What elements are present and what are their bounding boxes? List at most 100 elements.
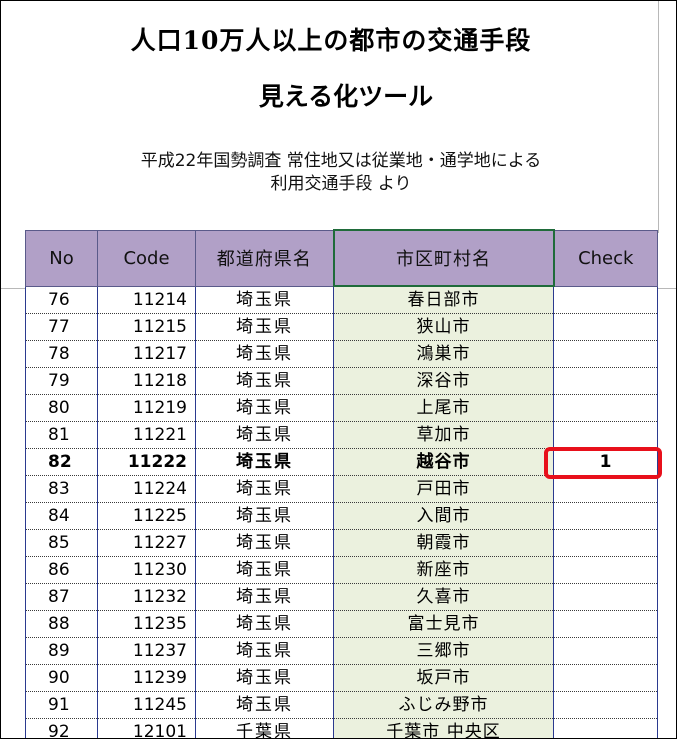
cell-prefecture[interactable]: 埼玉県 (195, 556, 334, 584)
cell-municipality[interactable]: 三郷市 (333, 637, 554, 665)
cell-municipality[interactable]: 戸田市 (333, 475, 554, 503)
cell-check[interactable] (553, 286, 658, 314)
cell-municipality[interactable]: 草加市 (333, 421, 554, 449)
cell-no[interactable]: 92 (25, 718, 98, 738)
cell-code[interactable]: 11215 (97, 313, 196, 341)
cell-municipality[interactable]: 新座市 (333, 556, 554, 584)
cell-code[interactable]: 11245 (97, 691, 196, 719)
cell-municipality[interactable]: 坂戸市 (333, 664, 554, 692)
cell-municipality[interactable]: 久喜市 (333, 583, 554, 611)
cell-municipality[interactable]: 千葉市 中央区 (333, 718, 554, 738)
cell-check[interactable] (553, 394, 658, 422)
cell-code[interactable]: 11219 (97, 394, 196, 422)
header-municipality[interactable]: 市区町村名 (332, 229, 555, 287)
table-row: 86 11230 埼玉県 新座市 (25, 556, 658, 584)
cell-no[interactable]: 81 (25, 421, 98, 449)
cell-check[interactable] (553, 502, 658, 530)
cell-check[interactable] (553, 610, 658, 638)
cell-no[interactable]: 80 (25, 394, 98, 422)
cell-municipality[interactable]: ふじみ野市 (333, 691, 554, 719)
header-code[interactable]: Code (97, 229, 196, 287)
cell-no[interactable]: 91 (25, 691, 98, 719)
cell-code[interactable]: 11225 (97, 502, 196, 530)
cell-code[interactable]: 11222 (97, 448, 196, 476)
cell-prefecture[interactable]: 千葉県 (195, 718, 334, 738)
cell-no[interactable]: 86 (25, 556, 98, 584)
cell-municipality[interactable]: 鴻巣市 (333, 340, 554, 368)
cell-code[interactable]: 11232 (97, 583, 196, 611)
cell-prefecture[interactable]: 埼玉県 (195, 394, 334, 422)
table-row: 83 11224 埼玉県 戸田市 (25, 475, 658, 503)
cell-municipality[interactable]: 春日部市 (333, 286, 554, 314)
cell-municipality[interactable]: 朝霞市 (333, 529, 554, 557)
cell-check[interactable] (553, 664, 658, 692)
cell-code[interactable]: 11217 (97, 340, 196, 368)
cell-prefecture[interactable]: 埼玉県 (195, 583, 334, 611)
cell-municipality[interactable]: 深谷市 (333, 367, 554, 395)
cell-code[interactable]: 11218 (97, 367, 196, 395)
cell-prefecture[interactable]: 埼玉県 (195, 529, 334, 557)
cell-check[interactable] (553, 556, 658, 584)
table-row: 89 11237 埼玉県 三郷市 (25, 637, 658, 665)
cell-municipality[interactable]: 越谷市 (333, 448, 554, 476)
cell-municipality[interactable]: 狭山市 (333, 313, 554, 341)
cell-no[interactable]: 90 (25, 664, 98, 692)
cell-prefecture[interactable]: 埼玉県 (195, 475, 334, 503)
cell-check[interactable] (553, 691, 658, 719)
cell-check[interactable] (553, 421, 658, 449)
cell-check[interactable] (553, 583, 658, 611)
cell-prefecture[interactable]: 埼玉県 (195, 691, 334, 719)
cell-check[interactable] (553, 718, 658, 738)
cell-prefecture[interactable]: 埼玉県 (195, 286, 334, 314)
cell-prefecture[interactable]: 埼玉県 (195, 313, 334, 341)
cell-check[interactable] (553, 340, 658, 368)
cell-no[interactable]: 89 (25, 637, 98, 665)
header-check[interactable]: Check (553, 229, 658, 287)
city-table: No Code 都道府県名 市区町村名 Check 76 11214 埼玉県 春日部市… (25, 229, 658, 738)
cell-no[interactable]: 82 (25, 448, 98, 476)
cell-code[interactable]: 11237 (97, 637, 196, 665)
cell-no[interactable]: 77 (25, 313, 98, 341)
cell-code[interactable]: 11227 (97, 529, 196, 557)
table-row: 77 11215 埼玉県 狭山市 (25, 313, 658, 341)
cell-municipality[interactable]: 上尾市 (333, 394, 554, 422)
cell-prefecture[interactable]: 埼玉県 (195, 637, 334, 665)
highlight-box (544, 447, 662, 479)
cell-code[interactable]: 11230 (97, 556, 196, 584)
source-line-2: 利用交通手段 より (270, 174, 412, 194)
cell-code[interactable]: 11221 (97, 421, 196, 449)
cell-no[interactable]: 85 (25, 529, 98, 557)
cell-municipality[interactable]: 富士見市 (333, 610, 554, 638)
cell-municipality[interactable]: 入間市 (333, 502, 554, 530)
cell-check[interactable] (553, 313, 658, 341)
cell-no[interactable]: 79 (25, 367, 98, 395)
cell-no[interactable]: 78 (25, 340, 98, 368)
header-prefecture[interactable]: 都道府県名 (195, 229, 334, 287)
cell-code[interactable]: 11224 (97, 475, 196, 503)
cell-prefecture[interactable]: 埼玉県 (195, 367, 334, 395)
cell-check[interactable] (553, 367, 658, 395)
cell-prefecture[interactable]: 埼玉県 (195, 340, 334, 368)
cell-code[interactable]: 11235 (97, 610, 196, 638)
cell-prefecture[interactable]: 埼玉県 (195, 421, 334, 449)
cell-code[interactable]: 11239 (97, 664, 196, 692)
cell-prefecture[interactable]: 埼玉県 (195, 448, 334, 476)
table-row: 91 11245 埼玉県 ふじみ野市 (25, 691, 658, 719)
cell-check[interactable] (553, 529, 658, 557)
page-title: 人口10万人以上の都市の交通手段 (130, 26, 532, 55)
cell-no[interactable]: 84 (25, 502, 98, 530)
cell-check[interactable] (553, 475, 658, 503)
cell-no[interactable]: 87 (25, 583, 98, 611)
cell-prefecture[interactable]: 埼玉県 (195, 664, 334, 692)
cell-code[interactable]: 11214 (97, 286, 196, 314)
header-no[interactable]: No (25, 229, 98, 287)
cell-prefecture[interactable]: 埼玉県 (195, 610, 334, 638)
table-row: 87 11232 埼玉県 久喜市 (25, 583, 658, 611)
cell-prefecture[interactable]: 埼玉県 (195, 502, 334, 530)
table-row: 78 11217 埼玉県 鴻巣市 (25, 340, 658, 368)
cell-no[interactable]: 83 (25, 475, 98, 503)
cell-code[interactable]: 12101 (97, 718, 196, 738)
cell-check[interactable] (553, 637, 658, 665)
cell-no[interactable]: 88 (25, 610, 98, 638)
cell-no[interactable]: 76 (25, 286, 98, 314)
